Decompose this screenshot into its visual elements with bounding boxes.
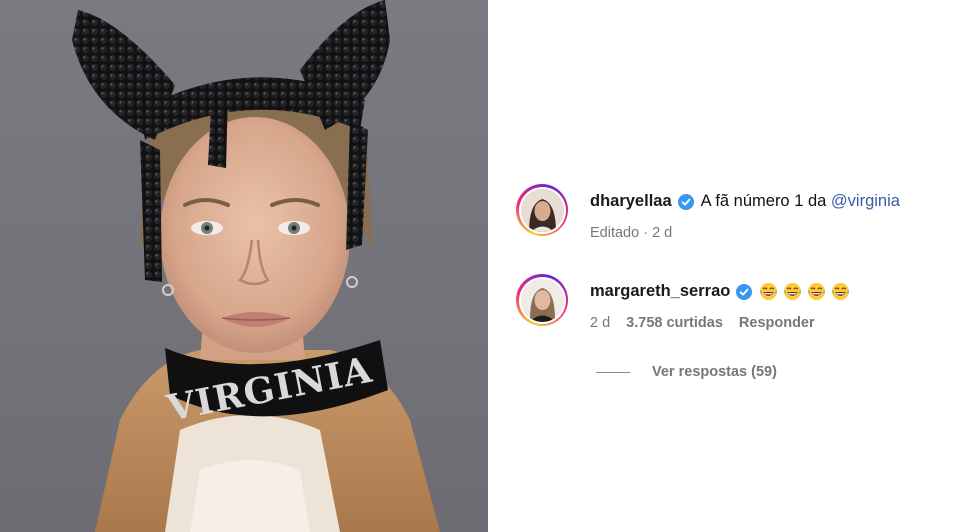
comment-text: A fã número 1 da @virginia <box>701 192 900 211</box>
laughing-tears-emoji-icon <box>808 283 826 301</box>
verified-badge-icon <box>736 283 753 300</box>
mention-link[interactable]: @virginia <box>831 192 900 210</box>
comment-time: 2 d <box>590 315 611 332</box>
post-image: VIRGINIA <box>72 0 440 532</box>
comment-text-body: A fã número 1 da <box>700 192 827 210</box>
avatar <box>520 188 564 232</box>
reply-button[interactable]: Responder <box>739 315 815 331</box>
comment-dharyellaa: dharyellaa A fã número 1 da @virginia Ed… <box>516 184 900 241</box>
avatar <box>520 278 564 322</box>
comments-panel: dharyellaa A fã número 1 da @virginia Ed… <box>488 0 966 532</box>
laughing-tears-emoji-icon <box>760 283 778 301</box>
comment-edited-time: Editado · 2 d <box>590 225 673 241</box>
comment-margareth-serrao: margareth_serrao 2 d 3.758 curtidas Resp… <box>516 274 855 331</box>
laughing-tears-emoji-icon <box>832 283 850 301</box>
story-ring[interactable] <box>516 274 568 326</box>
likes-count[interactable]: 3.758 curtidas <box>626 315 723 331</box>
laughing-tears-emoji-icon <box>784 283 802 301</box>
comment-username[interactable]: dharyellaa <box>590 192 672 211</box>
comment-username[interactable]: margareth_serrao <box>590 282 730 301</box>
view-replies-label[interactable]: Ver respostas (59) <box>652 364 777 380</box>
post-photo: VIRGINIA <box>0 0 488 532</box>
verified-badge-icon <box>677 193 694 210</box>
replies-divider <box>596 371 630 373</box>
view-replies-button[interactable]: Ver respostas (59) <box>596 364 777 380</box>
story-ring[interactable] <box>516 184 568 236</box>
comment-emojis <box>759 282 855 301</box>
